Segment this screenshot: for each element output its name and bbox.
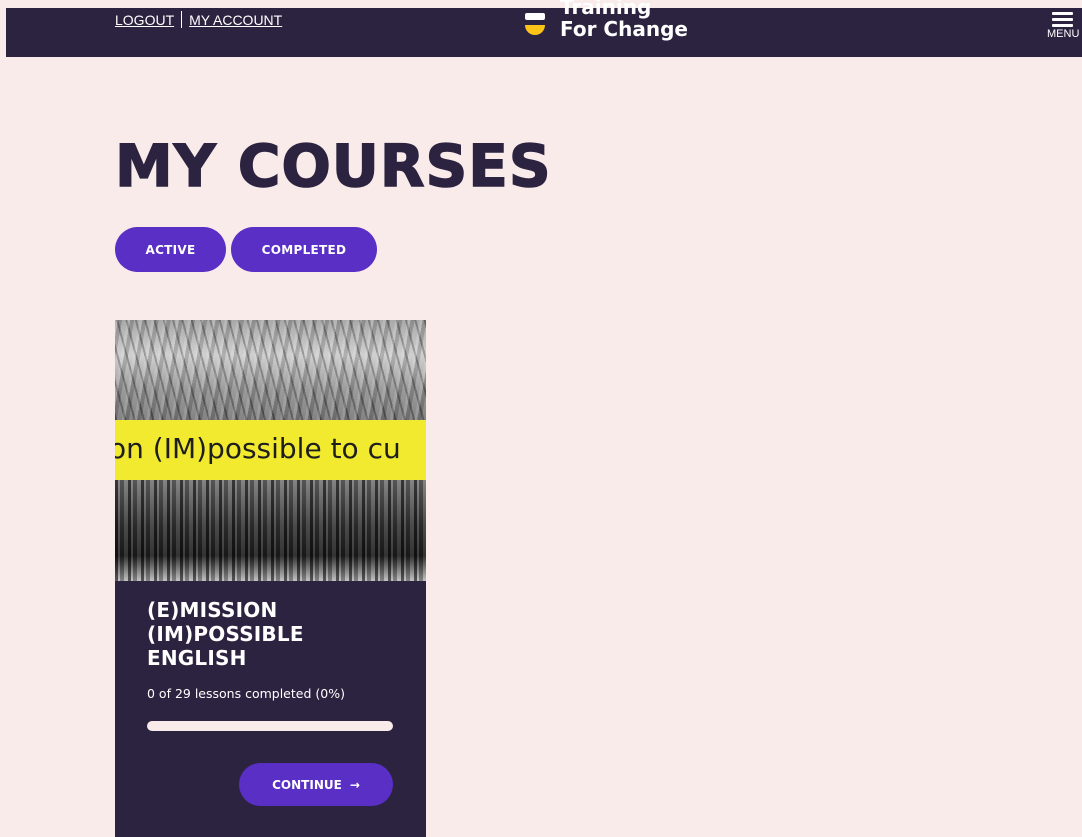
menu-button[interactable]: MENU [1042,8,1082,48]
account-links: LOGOUT MY ACCOUNT [115,11,282,28]
my-account-link[interactable]: MY ACCOUNT [189,12,282,28]
site-header: LOGOUT MY ACCOUNT Training For Change ME… [6,0,1082,57]
filter-completed-button[interactable]: COMPLETED [231,227,377,272]
logout-link[interactable]: LOGOUT [115,12,174,28]
thumbnail-cliff-photo [115,320,426,420]
menu-label: MENU [1047,28,1080,40]
logo-text: Training For Change [560,0,688,40]
site-logo[interactable]: Training For Change [524,0,688,48]
course-progress-bar [147,721,393,731]
course-title-line-1: (E)MISSION [147,598,278,622]
course-progress-text: 0 of 29 lessons completed (0%) [147,686,345,701]
thumbnail-forest-photo [115,480,426,581]
course-title[interactable]: (E)MISSION (IM)POSSIBLE ENGLISH [147,598,397,670]
filter-active-button[interactable]: ACTIVE [115,227,226,272]
page-title: MY COURSES [114,131,552,201]
course-title-line-2: (IM)POSSIBLE [147,622,304,646]
course-filter-tabs: ACTIVE COMPLETED [115,227,377,272]
link-divider [181,11,183,28]
thumbnail-banner: on (IM)possible to cu [115,420,426,480]
logo-mark-icon [524,10,546,40]
continue-button[interactable]: CONTINUE → [239,763,393,806]
course-title-line-3: ENGLISH [147,646,247,670]
continue-label: CONTINUE [272,777,342,792]
page: LOGOUT MY ACCOUNT Training For Change ME… [0,0,1082,837]
course-thumbnail[interactable]: on (IM)possible to cu [115,320,426,581]
thumbnail-banner-text: on (IM)possible to cu [115,432,401,465]
logo-line-1: Training [560,0,652,19]
arrow-right-icon: → [349,777,360,792]
logo-line-2: For Change [560,17,688,41]
course-card: on (IM)possible to cu (E)MISSION (IM)POS… [115,320,426,837]
